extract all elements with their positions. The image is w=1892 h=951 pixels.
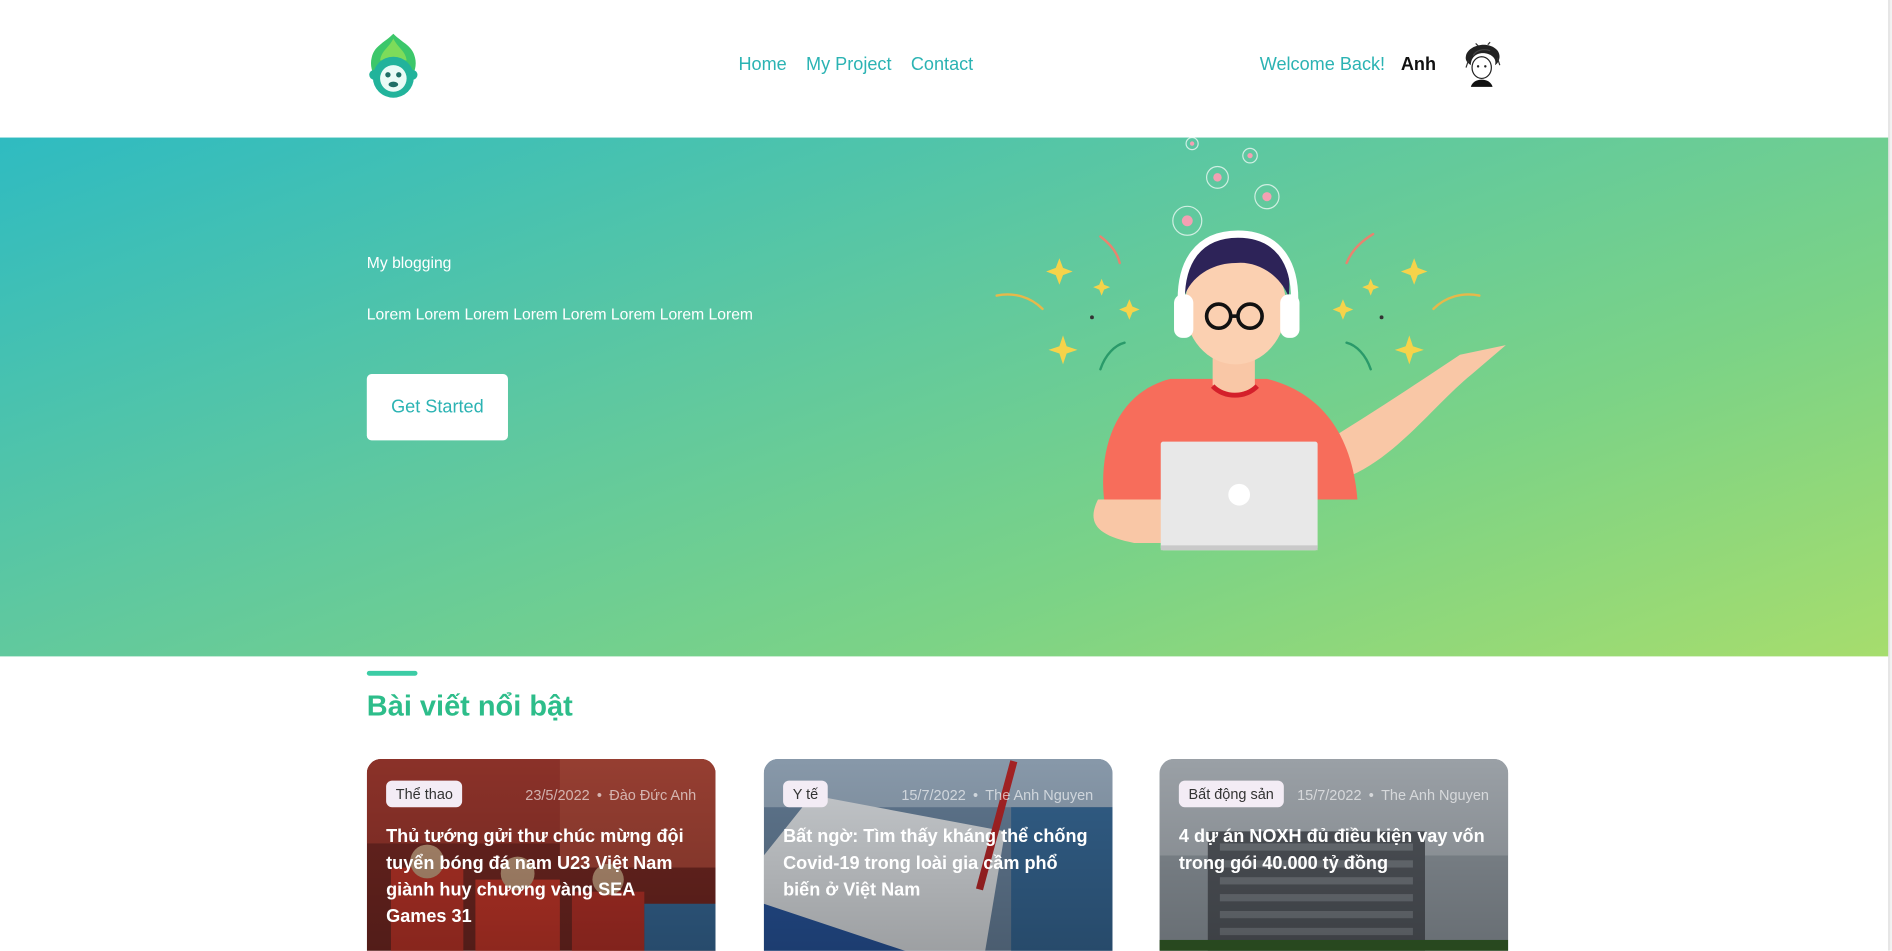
section-accent-bar <box>366 670 418 676</box>
nav-home[interactable]: Home <box>738 53 786 77</box>
article-author: The Anh Nguyen <box>1381 786 1489 804</box>
page-root: Home My Project Contact Welcome Back! An… <box>0 0 1892 951</box>
article-meta: 15/7/2022 • The Anh Nguyen <box>1297 786 1489 804</box>
nav-contact[interactable]: Contact <box>911 53 973 77</box>
site-header: Home My Project Contact Welcome Back! An… <box>0 0 1892 138</box>
article-title[interactable]: 4 dự án NOXH đủ điều kiện vay vốn trong … <box>1179 824 1490 877</box>
hero-title: My blogging <box>366 253 452 272</box>
hero-illustration <box>989 136 1520 560</box>
article-card[interactable]: Bất động sản 15/7/2022 • The Anh Nguyen 4 … <box>1159 758 1509 951</box>
article-meta: 23/5/2022 • Đào Đức Anh <box>525 786 697 804</box>
article-title[interactable]: Bất ngờ: Tìm thấy kháng thể chống Covid-… <box>783 824 1094 904</box>
article-date: 15/7/2022 <box>1297 786 1362 804</box>
category-badge[interactable]: Y tế <box>783 780 828 808</box>
get-started-button[interactable]: Get Started <box>366 374 508 441</box>
article-meta: 15/7/2022 • The Anh Nguyen <box>901 786 1094 804</box>
hero-subtitle: Lorem Lorem Lorem Lorem Lorem Lorem Lore… <box>366 305 754 324</box>
article-date: 15/7/2022 <box>901 786 966 804</box>
avatar[interactable] <box>1453 38 1508 92</box>
nav-my-project[interactable]: My Project <box>806 53 891 77</box>
page-scrollbar[interactable] <box>1888 0 1892 951</box>
featured-title: Bài viết nổi bật <box>366 690 573 723</box>
article-title[interactable]: Thủ tướng gửi thư chúc mừng đội tuyển bó… <box>386 824 697 930</box>
username[interactable]: Anh <box>1401 53 1436 77</box>
article-date: 23/5/2022 <box>525 786 590 804</box>
main-nav: Home My Project Contact <box>738 53 992 77</box>
article-author: Đào Đức Anh <box>609 786 697 804</box>
article-author: The Anh Nguyen <box>985 786 1094 804</box>
category-badge[interactable]: Thể thao <box>386 780 463 808</box>
hero-section: My blogging Lorem Lorem Lorem Lorem Lore… <box>0 136 1889 657</box>
logo-icon[interactable] <box>367 31 420 99</box>
article-card[interactable]: Thể thao 23/5/2022 • Đào Đức Anh Thủ tướng… <box>366 758 716 951</box>
welcome-text: Welcome Back! <box>1259 54 1386 75</box>
category-badge[interactable]: Bất động sản <box>1178 780 1284 808</box>
article-card[interactable]: Y tế 15/7/2022 • The Anh Nguyen Bất ngờ: T… <box>763 758 1113 951</box>
